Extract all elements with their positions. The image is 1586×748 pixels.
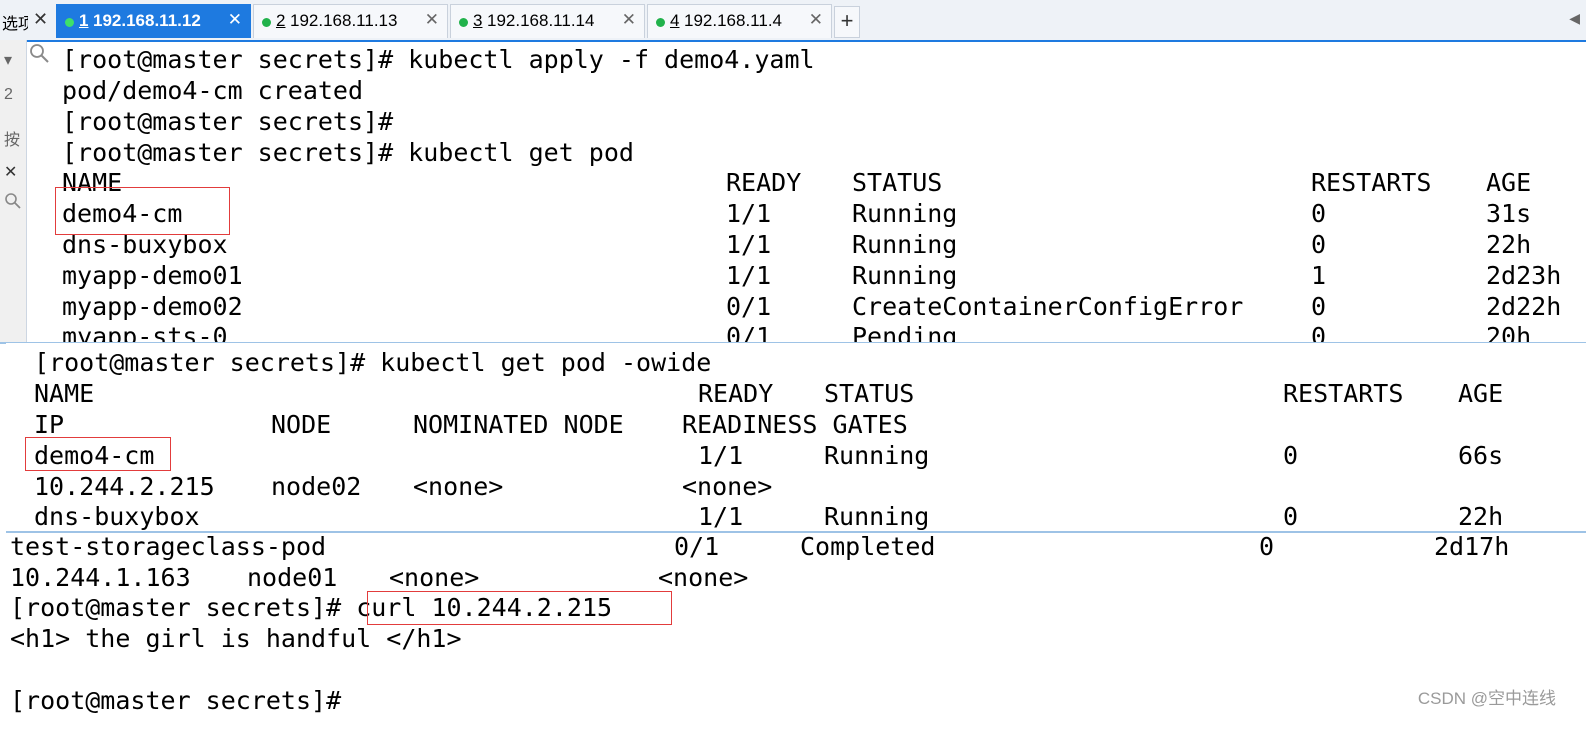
watermark: CSDN @空中连线 bbox=[1417, 689, 1556, 708]
highlight-box bbox=[25, 437, 171, 471]
table-header: NAME READY STATUS RESTARTS AGE bbox=[62, 168, 1532, 197]
tab-number: 1 bbox=[79, 11, 89, 30]
table-row: dns-buxybox 1/1 Running 0 22h bbox=[62, 230, 1532, 259]
dropdown-icon[interactable]: ▾ bbox=[4, 50, 12, 70]
terminal-line: [root@master secrets]# bbox=[62, 107, 394, 136]
tab-close-icon[interactable]: ✕ bbox=[622, 10, 636, 30]
tab-number: 3 bbox=[473, 11, 483, 30]
tab-label: 192.168.11.12 bbox=[93, 11, 201, 30]
tab-close-icon[interactable]: ✕ bbox=[809, 10, 823, 30]
close-icon[interactable]: ✕ bbox=[33, 9, 48, 30]
tab-close-icon[interactable]: ✕ bbox=[425, 10, 439, 30]
table-row: myapp-demo02 0/1 CreateContainerConfigEr… bbox=[62, 292, 1562, 321]
terminal-line: [root@master secrets]# kubectl get pod -… bbox=[34, 348, 712, 377]
tab-label: 192.168.11.13 bbox=[290, 11, 398, 30]
tab-number: 4 bbox=[670, 11, 680, 30]
highlight-box bbox=[55, 187, 230, 235]
table-row: 10.244.1.163 node01 <none> <none> bbox=[10, 563, 749, 592]
terminal-window-3: test-storageclass-pod 0/1 Completed 0 2d… bbox=[0, 531, 1586, 723]
table-row: demo4-cm 1/1 Running 0 66s bbox=[34, 441, 1504, 470]
search-icon[interactable] bbox=[28, 42, 54, 68]
terminal-line: pod/demo4-cm created bbox=[62, 76, 364, 105]
tab-scroll-icon[interactable]: ◀ bbox=[1569, 10, 1580, 27]
tab-bar: 选项卡 ✕ 1 192.168.11.12 ✕ 2 192.168.11.13 … bbox=[0, 0, 1586, 42]
tab-session-3[interactable]: 3 192.168.11.14 ✕ bbox=[450, 4, 645, 38]
tab-list-label[interactable]: 选项卡 bbox=[2, 10, 28, 34]
connected-status-icon bbox=[656, 18, 665, 27]
table-row: demo4-cm 1/1 Running 0 31s bbox=[62, 199, 1532, 228]
connected-status-icon bbox=[262, 18, 271, 27]
highlight-box bbox=[367, 591, 672, 625]
tab-session-1[interactable]: 1 192.168.11.12 ✕ bbox=[56, 4, 251, 38]
terminal-output: <h1> the girl is handful </h1> bbox=[10, 624, 462, 653]
table-header: IP NODE NOMINATED NODE READINESS GATES bbox=[34, 410, 908, 439]
terminal-window-2: [root@master secrets]# kubectl get pod -… bbox=[6, 343, 1586, 533]
tab-session-2[interactable]: 2 192.168.11.13 ✕ bbox=[253, 4, 448, 38]
side-button[interactable]: 按 bbox=[4, 126, 20, 150]
table-row: myapp-demo01 1/1 Running 1 2d23h bbox=[62, 261, 1562, 290]
connected-status-icon bbox=[65, 18, 74, 27]
table-row: dns-buxybox 1/1 Running 0 22h bbox=[34, 502, 1504, 531]
tab-label: 192.168.11.4 bbox=[684, 11, 782, 30]
tab-session-4[interactable]: 4 192.168.11.4 ✕ bbox=[647, 4, 832, 38]
connected-status-icon bbox=[459, 18, 468, 27]
side-number: 2 bbox=[4, 86, 13, 103]
new-tab-button[interactable]: + bbox=[834, 6, 860, 38]
table-header: NAME READY STATUS RESTARTS AGE bbox=[34, 379, 1504, 408]
table-row: myapp-sts-0 0/1 Pending 0 20h bbox=[62, 322, 1532, 344]
prompt: [root@master secrets]# bbox=[10, 593, 357, 622]
tab-label: 192.168.11.14 bbox=[487, 11, 595, 30]
tab-number: 2 bbox=[276, 11, 286, 30]
terminal-line: [root@master secrets]# kubectl get pod bbox=[62, 138, 634, 167]
terminal-prompt[interactable]: [root@master secrets]# bbox=[10, 685, 341, 716]
table-row: 10.244.2.215 node02 <none> <none> bbox=[34, 472, 773, 501]
table-row: test-storageclass-pod 0/1 Completed 0 2d… bbox=[10, 532, 1510, 561]
terminal-window-1: 选项卡 ✕ 1 192.168.11.12 ✕ 2 192.168.11.13 … bbox=[0, 0, 1586, 344]
tab-close-icon[interactable]: ✕ bbox=[228, 10, 242, 30]
terminal-line: [root@master secrets]# kubectl apply -f … bbox=[62, 45, 815, 74]
